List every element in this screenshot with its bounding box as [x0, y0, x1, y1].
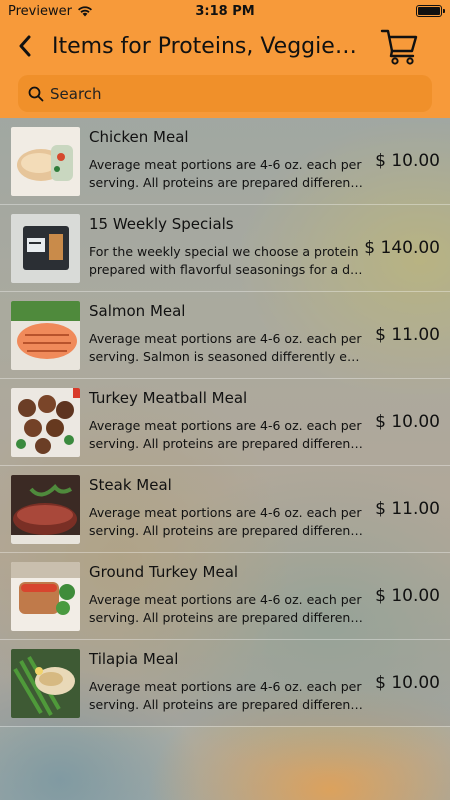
chicken-meal-image: [11, 127, 80, 196]
navigation-bar: Items for Proteins, Veggies &...: [0, 22, 450, 70]
item-description-line: For the weekly special we choose a prote…: [89, 244, 359, 259]
turkey-meatball-meal-image: [11, 388, 80, 457]
item-description-line: serving. All proteins are prepared diffe…: [89, 435, 365, 451]
item-price: $ 10.00: [375, 412, 440, 432]
salmon-meal-image: [11, 301, 80, 370]
item-description-line: serving. All proteins are prepared diffe…: [89, 696, 365, 712]
wifi-icon: [77, 6, 92, 17]
menu-item-list: Chicken Meal Average meat portions are 4…: [0, 118, 450, 727]
item-description-line: serving. All proteins are prepared diffe…: [89, 174, 365, 190]
list-item[interactable]: Turkey Meatball Meal Average meat portio…: [0, 379, 450, 466]
header: Previewer 3:18 PM Items for Proteins, Ve…: [0, 0, 450, 118]
item-description-line: serving. All proteins are prepared diffe…: [89, 522, 365, 538]
search-bar[interactable]: [18, 75, 432, 112]
item-description: Average meat portions are 4-6 oz. each p…: [89, 330, 365, 365]
item-description: Average meat portions are 4-6 oz. each p…: [89, 417, 365, 452]
item-description: Average meat portions are 4-6 oz. each p…: [89, 591, 365, 626]
item-name: Tilapia Meal: [89, 650, 179, 668]
item-description-line: Average meat portions are 4-6 oz. each p…: [89, 592, 362, 607]
weekly-specials-image: [11, 214, 80, 283]
item-description-line: prepared with flavorful seasonings for a…: [89, 261, 365, 277]
item-description: Average meat portions are 4-6 oz. each p…: [89, 156, 365, 191]
status-bar: Previewer 3:18 PM: [0, 0, 450, 22]
ground-turkey-meal-image: [11, 562, 80, 631]
item-price: $ 10.00: [375, 673, 440, 693]
search-icon: [28, 86, 44, 101]
item-description: Average meat portions are 4-6 oz. each p…: [89, 678, 365, 713]
item-name: 15 Weekly Specials: [89, 215, 234, 233]
chevron-left-icon: [19, 35, 31, 57]
item-price: $ 11.00: [375, 325, 440, 345]
item-description-line: Average meat portions are 4-6 oz. each p…: [89, 679, 362, 694]
list-item[interactable]: 15 Weekly Specials For the weekly specia…: [0, 205, 450, 292]
item-price: $ 10.00: [375, 151, 440, 171]
list-item[interactable]: Tilapia Meal Average meat portions are 4…: [0, 640, 450, 727]
item-name: Chicken Meal: [89, 128, 189, 146]
carrier-label: Previewer: [8, 3, 72, 19]
battery-icon: [416, 5, 445, 17]
search-input[interactable]: [50, 84, 410, 103]
list-item[interactable]: Ground Turkey Meal Average meat portions…: [0, 553, 450, 640]
list-item[interactable]: Chicken Meal Average meat portions are 4…: [0, 118, 450, 205]
item-name: Steak Meal: [89, 476, 172, 494]
item-description-line: Average meat portions are 4-6 oz. each p…: [89, 157, 362, 172]
item-description-line: Average meat portions are 4-6 oz. each p…: [89, 505, 362, 520]
back-button[interactable]: [18, 26, 48, 66]
page-title: Items for Proteins, Veggies &...: [52, 33, 364, 59]
item-description: Average meat portions are 4-6 oz. each p…: [89, 504, 365, 539]
item-description-line: Average meat portions are 4-6 oz. each p…: [89, 418, 362, 433]
shopping-cart-icon: [380, 29, 418, 65]
item-description-line: serving. Salmon is seasoned differently …: [89, 348, 365, 364]
carrier-group: Previewer: [8, 4, 93, 19]
item-price: $ 10.00: [375, 586, 440, 606]
item-price: $ 140.00: [364, 238, 440, 258]
list-item[interactable]: Steak Meal Average meat portions are 4-6…: [0, 466, 450, 553]
item-name: Ground Turkey Meal: [89, 563, 239, 581]
item-description: For the weekly special we choose a prote…: [89, 243, 365, 278]
item-description-line: serving. All proteins are prepared diffe…: [89, 609, 365, 625]
cart-button[interactable]: [380, 26, 420, 66]
item-name: Salmon Meal: [89, 302, 186, 320]
item-price: $ 11.00: [375, 499, 440, 519]
list-item[interactable]: Salmon Meal Average meat portions are 4-…: [0, 292, 450, 379]
steak-meal-image: [11, 475, 80, 544]
tilapia-meal-image: [11, 649, 80, 718]
item-name: Turkey Meatball Meal: [89, 389, 248, 407]
item-description-line: Average meat portions are 4-6 oz. each p…: [89, 331, 362, 346]
